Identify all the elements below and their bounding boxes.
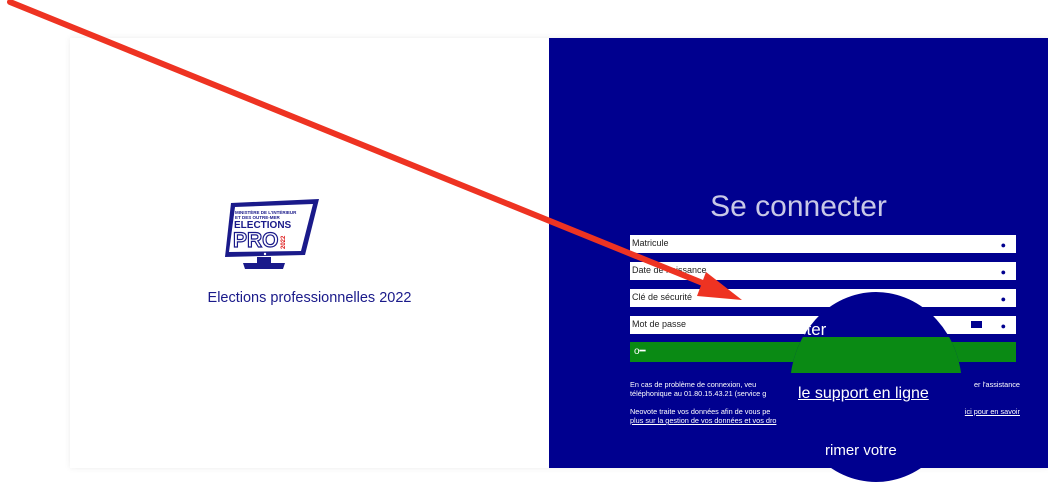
privacy-link[interactable]: ici pour en savoir	[965, 407, 1020, 416]
matricule-field[interactable]: Matricule ●	[630, 235, 1016, 253]
logo-year: 2022	[281, 235, 287, 249]
security-key-field[interactable]: Clé de sécurité ●	[630, 289, 1016, 307]
app-subtitle: Elections professionnelles 2022	[207, 290, 412, 306]
support-text-start: En cas de problème de connexion, veu	[630, 380, 757, 389]
birthdate-placeholder: Date de naissance	[632, 265, 707, 275]
key-icon: o━	[634, 346, 646, 357]
zoomed-login-button	[790, 337, 962, 373]
keyboard-icon[interactable]	[971, 321, 982, 328]
elections-pro-logo: MINISTÈRE DE L'INTÉRIEUR ET DES OUTRE-ME…	[225, 199, 319, 269]
zoomed-bottom-text: rimer votre	[825, 442, 897, 459]
privacy-text: Neovote traite vos données afin de vous …	[630, 407, 771, 416]
logo-line1: MINISTÈRE DE L'INTÉRIEUR	[235, 208, 297, 215]
eye-icon[interactable]: ●	[1001, 267, 1006, 277]
login-title: Se connecter	[710, 190, 887, 223]
logo-line4: PRO	[233, 229, 279, 252]
zoom-magnifier: cter le support en ligne rimer votre	[790, 292, 962, 482]
password-placeholder: Mot de passe	[632, 319, 687, 329]
phone-text: téléphonique au 01.80.15.43.21 (service …	[630, 389, 767, 398]
eye-icon[interactable]: ●	[1001, 294, 1006, 304]
eye-icon[interactable]: ●	[1001, 321, 1006, 331]
matricule-placeholder: Matricule	[632, 238, 669, 248]
birthdate-field[interactable]: Date de naissance ●	[630, 262, 1016, 280]
privacy-link-2[interactable]: plus sur la gestion de vos données et vo…	[630, 416, 776, 425]
support-link[interactable]: le support en ligne	[798, 385, 929, 403]
eye-icon[interactable]: ●	[1001, 240, 1006, 250]
zoomed-button-text: cter	[798, 320, 827, 339]
support-text-end: er l'assistance	[973, 380, 1020, 389]
security-key-placeholder: Clé de sécurité	[632, 292, 693, 302]
